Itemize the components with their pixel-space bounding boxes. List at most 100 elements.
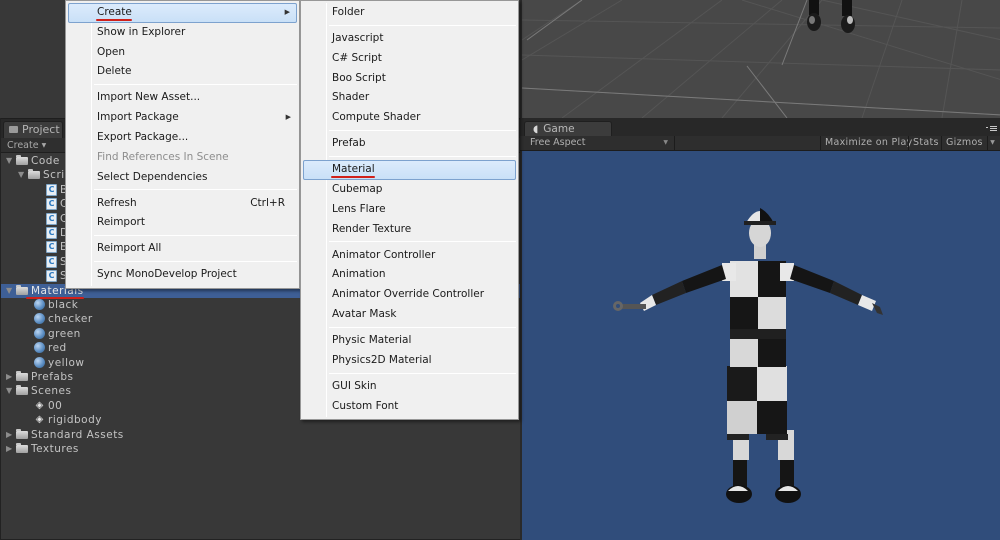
menu-item-material[interactable]: Material <box>303 160 516 180</box>
menu-item-label: Boo Script <box>332 71 386 84</box>
menu-item-label: Folder <box>332 6 365 18</box>
submenu-arrow-icon: ▶ <box>285 113 291 122</box>
material-sphere-icon <box>34 356 45 368</box>
menu-item-show-in-explorer[interactable]: Show in Explorer <box>68 23 297 43</box>
folder-icon <box>16 155 28 165</box>
menu-item-gui-skin[interactable]: GUI Skin <box>303 377 516 397</box>
menu-item-javascript[interactable]: Javascript <box>303 29 516 49</box>
menu-item-shader[interactable]: Shader <box>303 88 516 108</box>
expanded-arrow-icon[interactable]: ▼ <box>6 284 12 298</box>
menu-item-refresh[interactable]: Refresh Ctrl+R <box>68 194 297 214</box>
stats-button[interactable]: Stats <box>908 136 943 151</box>
tree-item-label: Code <box>31 155 60 167</box>
menu-item-label: Animation <box>332 268 386 281</box>
tree-item-label: red <box>48 342 67 355</box>
expanded-arrow-icon[interactable]: ▼ <box>6 154 12 168</box>
menu-item-import-new-asset[interactable]: Import New Asset... <box>68 88 297 108</box>
menu-item-import-package[interactable]: Import Package ▶ <box>68 108 297 128</box>
material-sphere-icon <box>34 327 45 339</box>
character-head <box>744 208 776 259</box>
tree-item-label: yellow <box>48 356 85 369</box>
csharp-script-icon: C <box>46 183 57 196</box>
gizmos-dropdown-arrow-icon[interactable]: ▼ <box>987 136 997 151</box>
menu-item-label: Shader <box>332 91 370 104</box>
menu-item-compute-shader[interactable]: Compute Shader <box>303 108 516 128</box>
collapsed-arrow-icon[interactable]: ▶ <box>6 370 12 384</box>
menu-item-label: GUI Skin <box>332 379 377 392</box>
menu-item-label: Export Package... <box>97 131 189 143</box>
menu-item-label: Animator Controller <box>332 248 436 261</box>
material-sphere-icon <box>34 299 45 310</box>
folder-icon <box>16 284 28 295</box>
menu-item-label: Import Package <box>97 111 179 124</box>
menu-item-label: C# Script <box>332 51 382 64</box>
tree-item-label: Scenes <box>31 385 72 398</box>
menu-item-avatar-mask[interactable]: Avatar Mask <box>303 305 516 325</box>
submenu-arrow-icon: ▶ <box>284 8 290 16</box>
character-feet-scene <box>807 0 855 33</box>
menu-item-select-dependencies[interactable]: Select Dependencies <box>68 168 297 188</box>
create-submenu: Folder Javascript C# Script Boo Script Shade… <box>300 0 519 420</box>
menu-item-reimport[interactable]: Reimport <box>68 213 297 233</box>
menu-item-open[interactable]: Open <box>68 43 297 63</box>
menu-item-find-references-in-scene: Find References In Scene <box>68 148 297 168</box>
menu-item-label: Javascript <box>332 32 384 44</box>
menu-item-boo-script[interactable]: Boo Script <box>303 69 516 89</box>
character-legs <box>726 430 801 503</box>
expanded-arrow-icon[interactable]: ▼ <box>18 168 24 182</box>
folder-icon <box>9 126 18 133</box>
menu-item-prefab[interactable]: Prefab <box>303 134 516 154</box>
tab-project-label: Project <box>22 123 60 136</box>
annotation-underline <box>331 175 375 178</box>
menu-item-reimport-all[interactable]: Reimport All <box>68 239 297 259</box>
menu-item-label: Reimport <box>97 216 145 229</box>
tree-item-folder[interactable]: ▶ Textures <box>1 442 521 456</box>
menu-separator <box>94 235 297 237</box>
menu-item-label: Delete <box>97 65 132 78</box>
menu-separator <box>329 24 516 26</box>
folder-icon <box>16 443 28 453</box>
menu-item-folder[interactable]: Folder <box>303 3 516 23</box>
menu-item-label: Lens Flare <box>332 202 386 215</box>
menu-item-label: Sync MonoDevelop Project <box>97 268 237 281</box>
tree-item-folder[interactable]: ▶ Standard Assets <box>1 428 521 442</box>
menu-item-delete[interactable]: Delete <box>68 62 297 82</box>
panel-menu-icon[interactable] <box>986 126 997 132</box>
expanded-arrow-icon[interactable]: ▼ <box>6 384 12 398</box>
menu-item-c-script[interactable]: C# Script <box>303 49 516 69</box>
tree-item-label: Textures <box>31 443 79 455</box>
menu-separator <box>329 241 516 243</box>
create-dropdown-label: Create <box>7 140 39 151</box>
tree-item-label: Prefabs <box>31 371 74 383</box>
character-torso <box>722 261 794 367</box>
collapsed-arrow-icon[interactable]: ▶ <box>6 428 12 442</box>
menu-item-create[interactable]: Create ▶ <box>68 3 297 23</box>
menu-item-animator-controller[interactable]: Animator Controller <box>303 246 516 266</box>
maximize-on-play-button[interactable]: Maximize on Play <box>820 136 917 151</box>
menu-item-render-texture[interactable]: Render Texture <box>303 220 516 240</box>
menu-separator <box>329 326 516 328</box>
tab-project[interactable]: Project <box>3 121 63 139</box>
menu-item-custom-font[interactable]: Custom Font <box>303 397 516 417</box>
menu-separator <box>329 130 516 131</box>
collapsed-arrow-icon[interactable]: ▶ <box>6 442 12 456</box>
folder-icon <box>16 371 28 381</box>
menu-item-label: Render Texture <box>332 222 412 235</box>
menu-item-cubemap[interactable]: Cubemap <box>303 180 516 200</box>
tree-item-label: 00 <box>48 399 63 412</box>
menu-item-physic-material[interactable]: Physic Material <box>303 331 516 351</box>
material-sphere-icon <box>34 313 45 325</box>
dropdown-arrow-icon: ▼ <box>663 139 668 146</box>
menu-item-animator-override-controller[interactable]: Animator Override Controller <box>303 285 516 305</box>
create-dropdown[interactable]: Create ▼ <box>7 139 46 152</box>
menu-item-physics2d-material[interactable]: Physics2D Material <box>303 351 516 371</box>
menu-item-animation[interactable]: Animation <box>303 265 516 285</box>
aspect-dropdown[interactable]: Free Aspect ▼ <box>530 136 675 151</box>
scene-view[interactable] <box>520 0 1000 118</box>
menu-item-lens-flare[interactable]: Lens Flare <box>303 200 516 220</box>
tab-game[interactable]: ◖ Game <box>524 121 612 136</box>
gizmos-button[interactable]: Gizmos <box>941 136 987 151</box>
menu-item-export-package[interactable]: Export Package... <box>68 128 297 148</box>
game-view[interactable] <box>520 151 1000 540</box>
menu-item-sync-monodevelop-project[interactable]: Sync MonoDevelop Project <box>68 265 297 285</box>
